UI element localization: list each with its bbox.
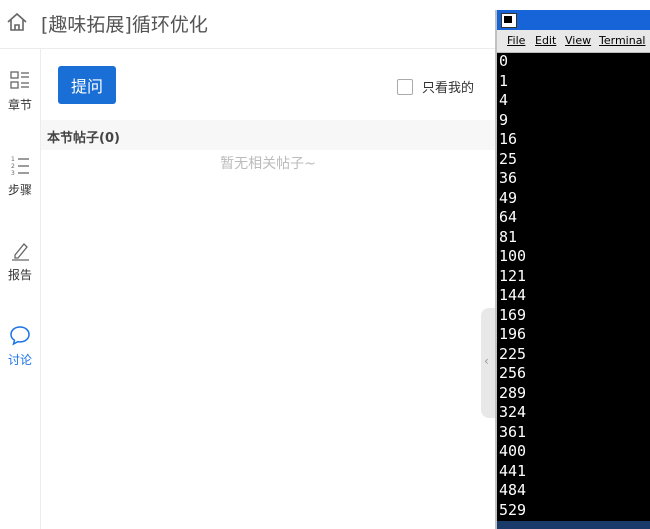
terminal-output[interactable]: 0 1 4 9 16 25 36 49 64 81 100 121 144 169 196 225 256 289… <box>499 52 526 520</box>
terminal-line: 9 <box>499 110 509 129</box>
home-icon[interactable] <box>6 11 28 33</box>
terminal-line: 196 <box>499 325 527 343</box>
taskbar-strip <box>497 521 650 529</box>
report-icon <box>12 243 29 261</box>
menu-edit[interactable]: Edit <box>535 34 556 47</box>
terminal-line: 36 <box>499 169 518 187</box>
svg-text:1: 1 <box>11 156 15 163</box>
menu-terminal[interactable]: Terminal <box>599 34 646 47</box>
terminal-line: 361 <box>499 422 527 441</box>
menu-file[interactable]: File <box>507 34 525 47</box>
terminal-menubar: File Edit View Terminal <box>497 30 650 53</box>
empty-posts-message: 暂无相关帖子~ <box>220 156 316 172</box>
chevron-left-icon: ‹ <box>484 354 489 368</box>
discussion-icon <box>10 326 30 346</box>
terminal-line: 289 <box>499 383 527 402</box>
menu-view[interactable]: View <box>565 34 591 47</box>
header: [趣味拓展]循环优化 <box>0 0 495 49</box>
sidebar: 章节 1 2 3 步骤 报告 讨论 <box>0 49 41 529</box>
sidebar-item-steps[interactable]: 1 2 3 步骤 <box>0 154 40 198</box>
terminal-line: 144 <box>499 286 527 304</box>
terminal-line: 256 <box>499 364 527 382</box>
terminal-line: 1 <box>499 71 509 90</box>
sidebar-item-label: 章节 <box>7 98 32 112</box>
terminal-line: 529 <box>499 500 527 519</box>
terminal-line: 100 <box>499 247 527 265</box>
terminal-line: 0 <box>499 52 509 70</box>
terminal-titlebar[interactable] <box>497 10 650 30</box>
terminal-line: 4 <box>499 91 509 109</box>
terminal-line: 64 <box>499 208 518 226</box>
terminal-icon[interactable] <box>501 13 517 28</box>
terminal-line: 81 <box>499 227 518 246</box>
sidebar-item-discussion[interactable]: 讨论 <box>0 324 40 368</box>
chapters-icon <box>10 71 29 89</box>
sidebar-item-label: 讨论 <box>7 353 32 367</box>
posts-title: 本节帖子(0) <box>47 131 120 146</box>
terminal-line: 225 <box>499 344 527 363</box>
terminal-line: 400 <box>499 442 527 460</box>
terminal-line: 484 <box>499 481 527 499</box>
terminal-line: 49 <box>499 188 518 207</box>
only-mine-checkbox[interactable] <box>397 78 413 95</box>
terminal-line: 169 <box>499 305 527 324</box>
svg-text:3: 3 <box>11 170 15 176</box>
terminal-line: 324 <box>499 403 527 421</box>
terminal-line: 441 <box>499 461 527 480</box>
terminal-window[interactable]: File Edit View Terminal 0 1 4 9 16 25 36 49 64 81… <box>495 10 650 529</box>
svg-text:2: 2 <box>11 163 15 170</box>
terminal-line: 16 <box>499 130 518 148</box>
sidebar-item-label: 步骤 <box>7 183 32 197</box>
only-mine-label: 只看我的 <box>422 81 475 96</box>
only-mine-filter[interactable]: 只看我的 <box>397 77 474 96</box>
posts-section-header: 本节帖子(0) <box>41 120 495 150</box>
sidebar-item-label: 报告 <box>7 268 32 282</box>
page-title: [趣味拓展]循环优化 <box>41 14 208 36</box>
steps-icon: 1 2 3 <box>11 156 29 176</box>
sidebar-item-chapters[interactable]: 章节 <box>0 69 40 113</box>
terminal-line: 121 <box>499 266 527 285</box>
sidebar-item-report[interactable]: 报告 <box>0 239 40 283</box>
ask-question-button[interactable]: 提问 <box>58 66 116 104</box>
terminal-line: 25 <box>499 149 518 168</box>
